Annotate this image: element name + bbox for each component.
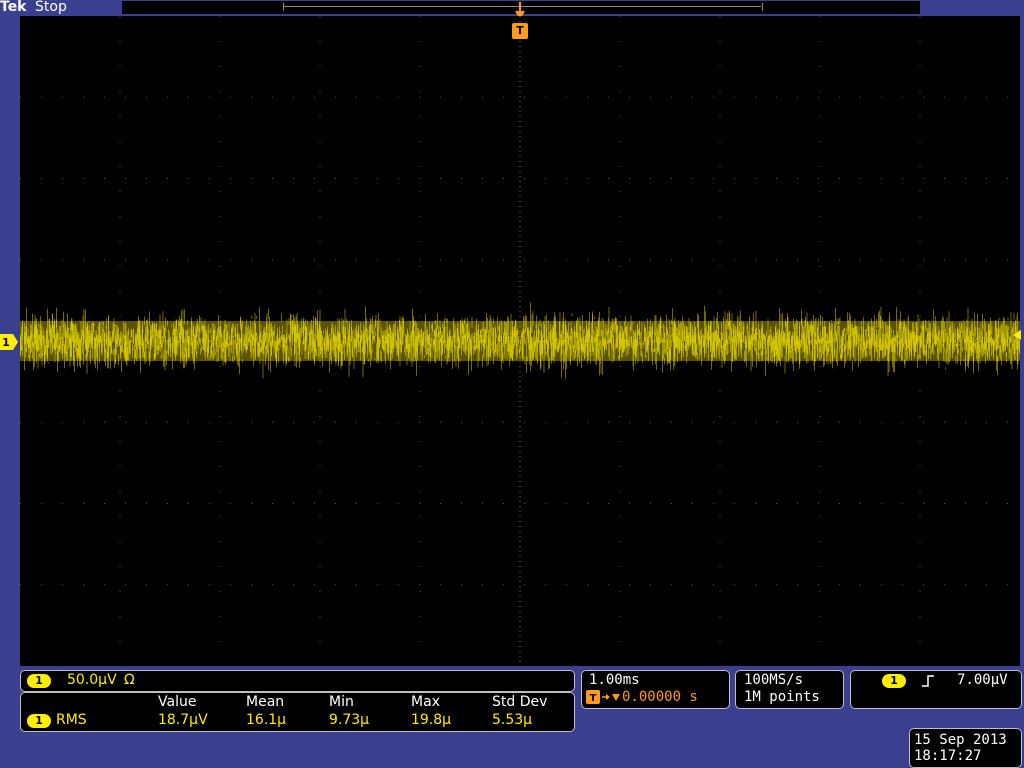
channel-1-trace bbox=[19, 302, 1020, 379]
graticule-svg bbox=[19, 16, 1020, 666]
measurement-panel[interactable]: Value Mean Min Max Std Dev 1 RMS 18.7µV … bbox=[20, 692, 575, 732]
meas-value: 18.7µV bbox=[158, 712, 208, 728]
trigger-delay-icon: T bbox=[586, 690, 620, 704]
trigger-panel[interactable]: 1 7.00µV bbox=[850, 670, 1022, 709]
trigger-delay: 0.00000 s bbox=[622, 689, 698, 705]
sampling-panel[interactable]: 100MS/s 1M points bbox=[735, 670, 844, 709]
acquisition-status: Stop bbox=[35, 0, 67, 15]
record-length: 1M points bbox=[744, 689, 820, 705]
meas-min: 9.73µ bbox=[329, 712, 370, 728]
meas-channel-badge: 1 bbox=[27, 714, 51, 728]
sample-rate: 100MS/s bbox=[744, 672, 804, 688]
meas-header-value: Value bbox=[158, 694, 197, 710]
trigger-source-badge: 1 bbox=[882, 674, 906, 688]
meas-header-min: Min bbox=[329, 694, 354, 710]
brand-logo: Tek bbox=[0, 0, 27, 15]
channel-1-marker-label: 1 bbox=[2, 336, 10, 349]
channel-1-ground-marker[interactable]: 1 bbox=[0, 334, 18, 350]
meas-std-dev: 5.53µ bbox=[492, 712, 533, 728]
coupling-ohm-icon: Ω bbox=[124, 672, 135, 688]
trigger-level: 7.00µV bbox=[957, 672, 1008, 688]
meas-header-mean: Mean bbox=[246, 694, 285, 710]
timebase-panel[interactable]: 1.00ms T 0.00000 s bbox=[581, 670, 730, 709]
waveform-display[interactable] bbox=[19, 16, 1020, 666]
time-display: 18:17:27 bbox=[914, 748, 982, 764]
trigger-level-arrow-icon bbox=[1013, 330, 1021, 340]
date-time-panel: 15 Sep 2013 18:17:27 bbox=[909, 728, 1022, 768]
meas-header-max: Max bbox=[411, 694, 440, 710]
channel-1-badge: 1 bbox=[27, 674, 51, 688]
channel-1-settings[interactable]: 1 50.0µV Ω bbox=[20, 670, 575, 692]
timebase-scale: 1.00ms bbox=[589, 672, 640, 688]
channel-1-scale: 50.0µV bbox=[67, 672, 117, 688]
meas-name: RMS bbox=[56, 712, 87, 728]
trigger-marker[interactable]: T bbox=[512, 23, 528, 39]
rising-edge-icon bbox=[922, 675, 934, 687]
svg-text:T: T bbox=[590, 693, 597, 704]
date-display: 15 Sep 2013 bbox=[914, 732, 1007, 748]
meas-max: 19.8µ bbox=[411, 712, 452, 728]
meas-mean: 16.1µ bbox=[246, 712, 287, 728]
meas-header-std-dev: Std Dev bbox=[492, 694, 548, 710]
